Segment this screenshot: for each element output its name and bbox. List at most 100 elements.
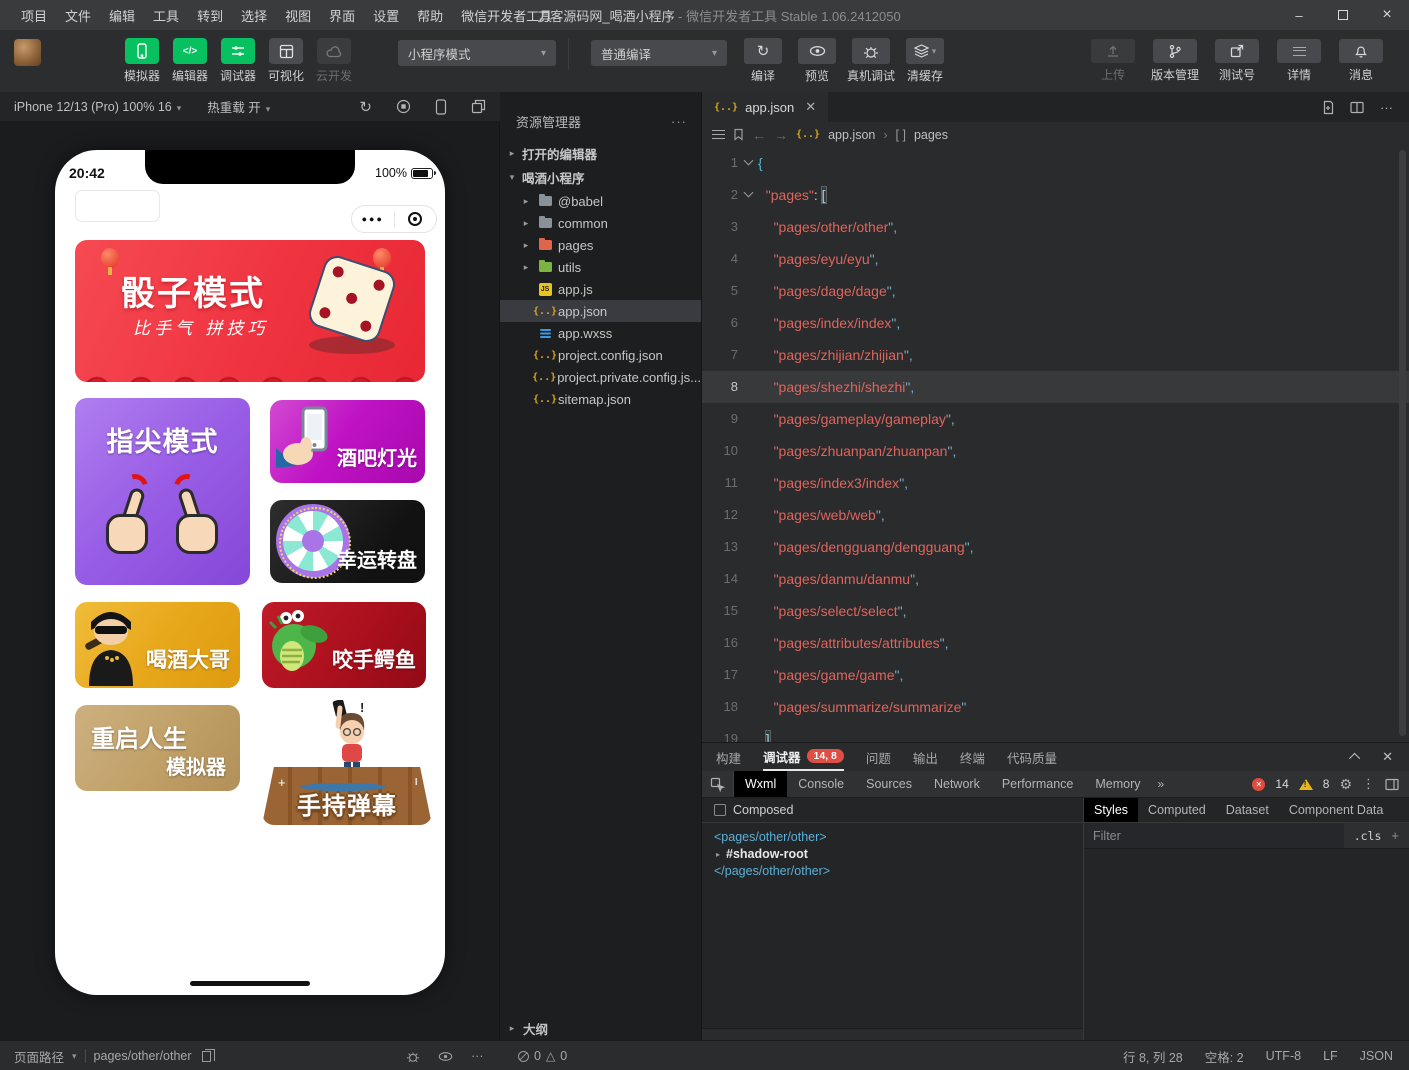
tab-close-icon[interactable]: ✕ <box>805 99 816 115</box>
menu-item-0[interactable]: 项目 <box>12 6 56 25</box>
file-item-app.wxss[interactable]: app.wxss <box>500 322 701 344</box>
open-changes-icon[interactable] <box>1321 100 1334 115</box>
code-line-4[interactable]: 4 "pages/eyu/eyu", <box>702 243 1409 275</box>
code-line-9[interactable]: 9 "pages/gameplay/gameplay", <box>702 403 1409 435</box>
clear-cache-button[interactable]: ▾ 清缓存 <box>899 38 951 84</box>
wxml-node[interactable]: <pages/other/other> <box>714 829 1083 846</box>
file-item-sitemap.json[interactable]: {..}sitemap.json <box>500 388 701 410</box>
code-line-17[interactable]: 17 "pages/game/game", <box>702 659 1409 691</box>
explorer-more-icon[interactable]: ··· <box>671 114 687 129</box>
code-line-8[interactable]: 8 "pages/shezhi/shezhi", <box>702 371 1409 403</box>
code-line-14[interactable]: 14 "pages/danmu/danmu", <box>702 563 1409 595</box>
devtools-tab-memory[interactable]: Memory <box>1084 771 1151 797</box>
menu-item-3[interactable]: 工具 <box>144 6 188 25</box>
tile-biting-crocodile[interactable]: 咬手鳄鱼 <box>262 602 426 688</box>
chevron-right-icon[interactable]: ▸ <box>520 240 532 251</box>
visual-toggle-button[interactable]: 可视化 <box>262 38 310 84</box>
editor-scrollbar[interactable] <box>1399 150 1406 736</box>
code-line-12[interactable]: 12 "pages/web/web", <box>702 499 1409 531</box>
vconsole-icon[interactable] <box>406 1050 420 1063</box>
code-line-7[interactable]: 7 "pages/zhijian/zhijian", <box>702 339 1409 371</box>
outline-list-icon[interactable] <box>712 130 725 139</box>
maximize-button[interactable] <box>1321 0 1365 30</box>
code-line-2[interactable]: 2 "pages": [ <box>702 179 1409 211</box>
panel-tab-终端[interactable]: 终端 <box>960 743 985 771</box>
fold-arrow-icon[interactable] <box>738 147 758 179</box>
chevron-right-icon[interactable]: ▸ <box>520 196 532 207</box>
devtools-tab-network[interactable]: Network <box>923 771 991 797</box>
file-item-@babel[interactable]: ▸@babel <box>500 190 701 212</box>
tile-lucky-wheel[interactable]: 幸运转盘 <box>270 500 425 583</box>
file-item-app.js[interactable]: JSapp.js <box>500 278 701 300</box>
cls-button[interactable]: .cls <box>1344 829 1392 843</box>
chevron-right-icon[interactable]: ▸ <box>716 846 726 863</box>
code-line-3[interactable]: 3 "pages/other/other", <box>702 211 1409 243</box>
file-item-project.config.json[interactable]: {..}project.config.json <box>500 344 701 366</box>
file-item-utils[interactable]: ▸utils <box>500 256 701 278</box>
outline-section[interactable]: ▸ 大纲 <box>500 1018 701 1038</box>
devtools-menu-icon[interactable]: ⋮ <box>1362 776 1375 792</box>
style-tab-styles[interactable]: Styles <box>1084 798 1138 822</box>
inspect-element-icon[interactable] <box>702 771 734 797</box>
compile-mode-select[interactable]: 普通编译▾ <box>591 40 727 66</box>
version-manage-button[interactable]: 版本管理 <box>1147 39 1203 83</box>
tile-drinking-bro[interactable]: 喝酒大哥 <box>75 602 240 688</box>
close-panel-icon[interactable]: ✕ <box>1382 749 1393 765</box>
preview-button[interactable]: 预览 <box>791 38 843 84</box>
style-tab-computed[interactable]: Computed <box>1138 798 1216 822</box>
nav-back-placeholder[interactable] <box>75 190 160 222</box>
warning-count[interactable]: 8 <box>1323 777 1330 791</box>
tab-app-json[interactable]: {..} app.json ✕ <box>702 92 828 122</box>
upload-button[interactable]: 上传 <box>1085 39 1141 83</box>
error-count[interactable]: 14 <box>1275 777 1288 791</box>
menu-item-2[interactable]: 编辑 <box>100 6 144 25</box>
file-item-common[interactable]: ▸common <box>500 212 701 234</box>
compile-button[interactable]: ↻ 编译 <box>737 38 789 84</box>
code-line-18[interactable]: 18 "pages/summarize/summarize" <box>702 691 1409 723</box>
nav-forward-icon[interactable]: → <box>774 127 788 143</box>
code-line-10[interactable]: 10 "pages/zhuanpan/zhuanpan", <box>702 435 1409 467</box>
close-capsule-icon[interactable] <box>395 212 437 226</box>
status-item-3[interactable]: LF <box>1323 1049 1338 1063</box>
hot-reload-toggle[interactable]: 热重载 开▾ <box>207 97 270 116</box>
style-tab-dataset[interactable]: Dataset <box>1216 798 1279 822</box>
menu-item-4[interactable]: 转到 <box>188 6 232 25</box>
code-line-13[interactable]: 13 "pages/dengguang/dengguang", <box>702 531 1409 563</box>
dock-side-icon[interactable] <box>1385 778 1399 791</box>
breadcrumb-node[interactable]: pages <box>914 128 948 142</box>
preview-eye-icon[interactable] <box>438 1051 453 1062</box>
menu-item-8[interactable]: 设置 <box>364 6 408 25</box>
devtools-tab-sources[interactable]: Sources <box>855 771 923 797</box>
devtools-settings-icon[interactable]: ⚙ <box>1339 776 1352 793</box>
panel-tab-调试器[interactable]: 调试器14, 8 <box>763 743 844 771</box>
code-area[interactable]: 1{2 "pages": [3 "pages/other/other",4 "p… <box>702 147 1409 742</box>
code-line-1[interactable]: 1{ <box>702 147 1409 179</box>
bookmark-icon[interactable] <box>733 128 744 141</box>
menu-item-7[interactable]: 界面 <box>320 6 364 25</box>
banner-dice-mode[interactable]: 骰子模式 比手气 拼技巧 <box>75 240 425 382</box>
breadcrumb-file[interactable]: app.json <box>828 128 875 142</box>
mode-select[interactable]: 小程序模式▾ <box>398 40 556 66</box>
devtools-tab-console[interactable]: Console <box>787 771 855 797</box>
test-account-button[interactable]: 测试号 <box>1209 39 1265 83</box>
devtools-tab-performance[interactable]: Performance <box>991 771 1085 797</box>
status-item-2[interactable]: UTF-8 <box>1266 1049 1301 1063</box>
status-item-1[interactable]: 空格: 2 <box>1205 1047 1244 1066</box>
menu-item-1[interactable]: 文件 <box>56 6 100 25</box>
status-item-4[interactable]: JSON <box>1360 1049 1393 1063</box>
panel-tab-输出[interactable]: 输出 <box>913 743 938 771</box>
copy-icon[interactable] <box>202 1051 211 1062</box>
wxml-node[interactable]: </pages/other/other> <box>714 863 1083 880</box>
composed-checkbox[interactable] <box>714 804 726 816</box>
code-line-6[interactable]: 6 "pages/index/index", <box>702 307 1409 339</box>
multi-window-icon[interactable] <box>471 99 486 114</box>
panel-tab-构建[interactable]: 构建 <box>716 743 741 771</box>
file-item-app.json[interactable]: {..}app.json <box>500 300 701 322</box>
file-item-project.private.config.js...[interactable]: {..}project.private.config.js... <box>500 366 701 388</box>
menu-item-9[interactable]: 帮助 <box>408 6 452 25</box>
menu-item-6[interactable]: 视图 <box>276 6 320 25</box>
editor-more-icon[interactable]: ··· <box>1380 100 1393 115</box>
devtools-tab-wxml[interactable]: Wxml <box>734 771 787 797</box>
more-options-icon[interactable]: ··· <box>471 1049 484 1063</box>
panel-tab-代码质量[interactable]: 代码质量 <box>1007 743 1057 771</box>
